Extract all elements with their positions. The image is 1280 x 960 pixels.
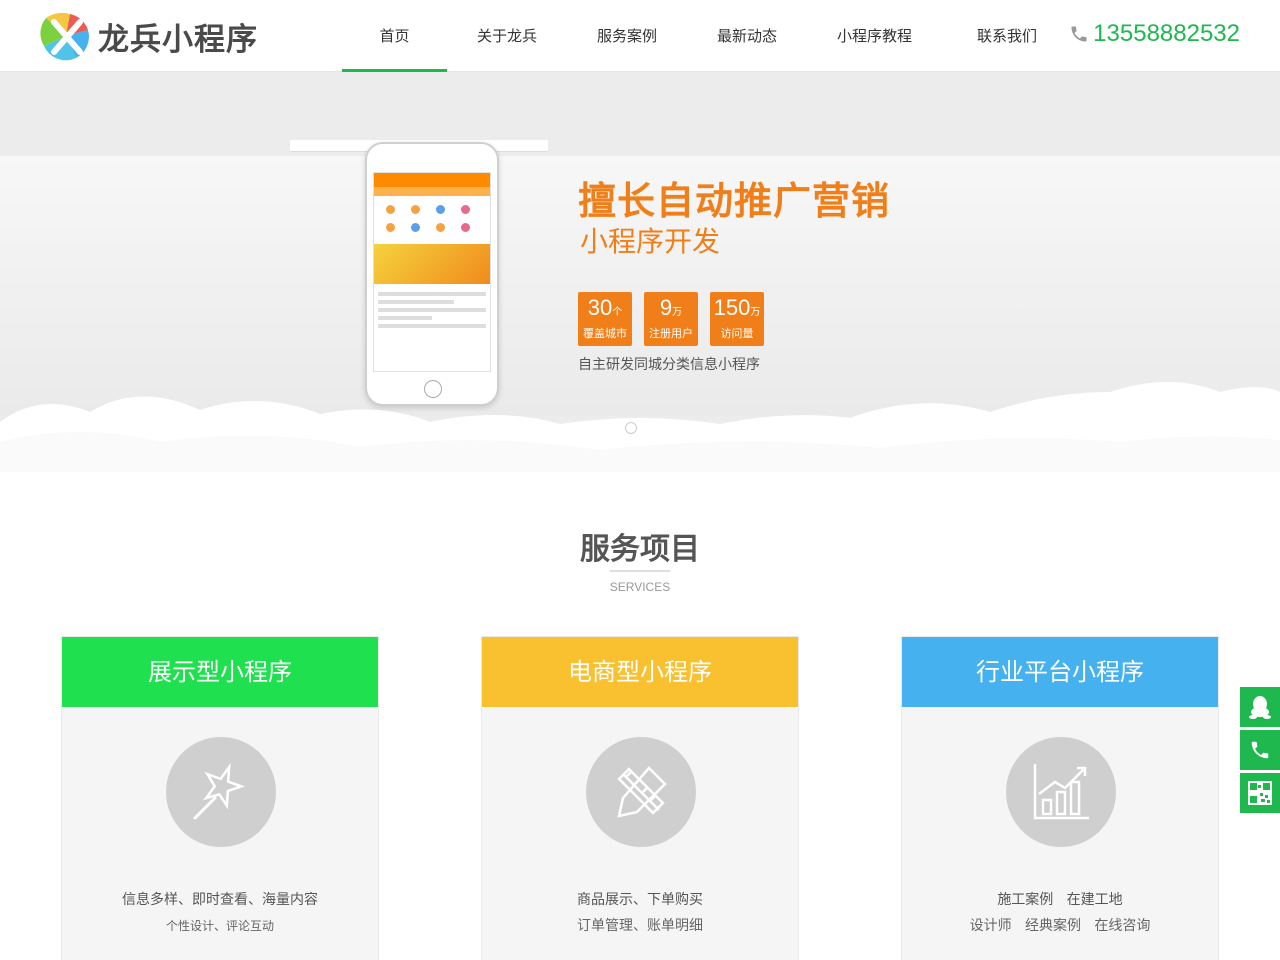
main-nav: 首页 关于龙兵 服务案例 最新动态 小程序教程 联系我们 xyxy=(342,0,1072,72)
nav-item-home[interactable]: 首页 xyxy=(342,0,447,72)
nav-item-tutorial[interactable]: 小程序教程 xyxy=(807,0,942,72)
header-phone[interactable]: 13558882532 xyxy=(1069,20,1240,48)
slider-dot-1[interactable] xyxy=(625,422,637,434)
phone-call-button[interactable] xyxy=(1240,730,1280,770)
logo-text: 龙兵小程序 xyxy=(98,21,258,58)
logo-icon xyxy=(40,12,89,61)
card-title: 电商型小程序 xyxy=(482,637,798,707)
service-card-ecommerce[interactable]: 电商型小程序 商品展示、下单购买 订单管理、账单明细 xyxy=(481,636,799,960)
qrcode-icon xyxy=(1248,781,1272,805)
bar-chart-icon xyxy=(1006,737,1116,847)
phone-icon xyxy=(1071,26,1087,42)
card-desc-2: 个性设计、评论互动 xyxy=(165,919,274,933)
pencil-ruler-icon xyxy=(586,737,696,847)
banner-title: 擅长自动推广营销 xyxy=(578,179,891,223)
phone-screen xyxy=(373,172,491,372)
card-desc-1: 施工案例 在建工地 xyxy=(997,892,1123,908)
service-card-industry[interactable]: 行业平台小程序 施工案例 在建工地 设计师 经典案例 在线咨询 xyxy=(901,636,1219,960)
stat-users: 9万 注册用户 xyxy=(644,292,698,346)
card-desc-1: 信息多样、即时查看、海量内容 xyxy=(122,892,318,908)
phone-number: 13558882532 xyxy=(1093,20,1240,47)
qq-button[interactable] xyxy=(1240,687,1280,727)
card-title: 展示型小程序 xyxy=(62,637,378,707)
site-header: 龙兵小程序 首页 关于龙兵 服务案例 最新动态 小程序教程 联系我们 13558… xyxy=(0,0,1280,72)
card-title: 行业平台小程序 xyxy=(902,637,1218,707)
nav-item-contact[interactable]: 联系我们 xyxy=(942,0,1072,72)
qq-icon xyxy=(1249,696,1271,719)
stat-cities: 30个 覆盖城市 xyxy=(578,292,632,346)
qrcode-button[interactable] xyxy=(1240,773,1280,813)
card-desc-1: 商品展示、下单购买 xyxy=(577,892,703,908)
services-title: 服务项目 xyxy=(580,532,700,567)
slider-dot-2[interactable] xyxy=(643,422,655,434)
nav-item-news[interactable]: 最新动态 xyxy=(687,0,807,72)
stat-visits: 150万 访问量 xyxy=(710,292,764,346)
slider-dots xyxy=(625,422,661,434)
service-card-display[interactable]: 展示型小程序 信息多样、即时查看、海量内容 个性设计、评论互动 xyxy=(61,636,379,960)
nav-item-about[interactable]: 关于龙兵 xyxy=(447,0,567,72)
phone-icon xyxy=(1251,741,1269,759)
services-subtitle: SERVICES xyxy=(609,580,671,594)
banner-subtitle: 小程序开发 xyxy=(580,225,721,258)
card-desc-2: 设计师 经典案例 在线咨询 xyxy=(969,918,1151,934)
nav-item-cases[interactable]: 服务案例 xyxy=(567,0,687,72)
services-divider xyxy=(610,570,670,572)
cloud-decoration xyxy=(0,382,1280,472)
card-desc-2: 订单管理、账单明细 xyxy=(577,918,703,934)
banner-stats: 30个 覆盖城市 9万 注册用户 150万 访问量 xyxy=(578,292,776,346)
floating-contact-bar xyxy=(1240,687,1280,816)
logo[interactable]: 龙兵小程序 xyxy=(40,10,258,62)
magic-wand-icon xyxy=(166,737,276,847)
hero-banner: 擅长自动推广营销 小程序开发 30个 覆盖城市 9万 注册用户 150万 访问量… xyxy=(0,72,1280,472)
